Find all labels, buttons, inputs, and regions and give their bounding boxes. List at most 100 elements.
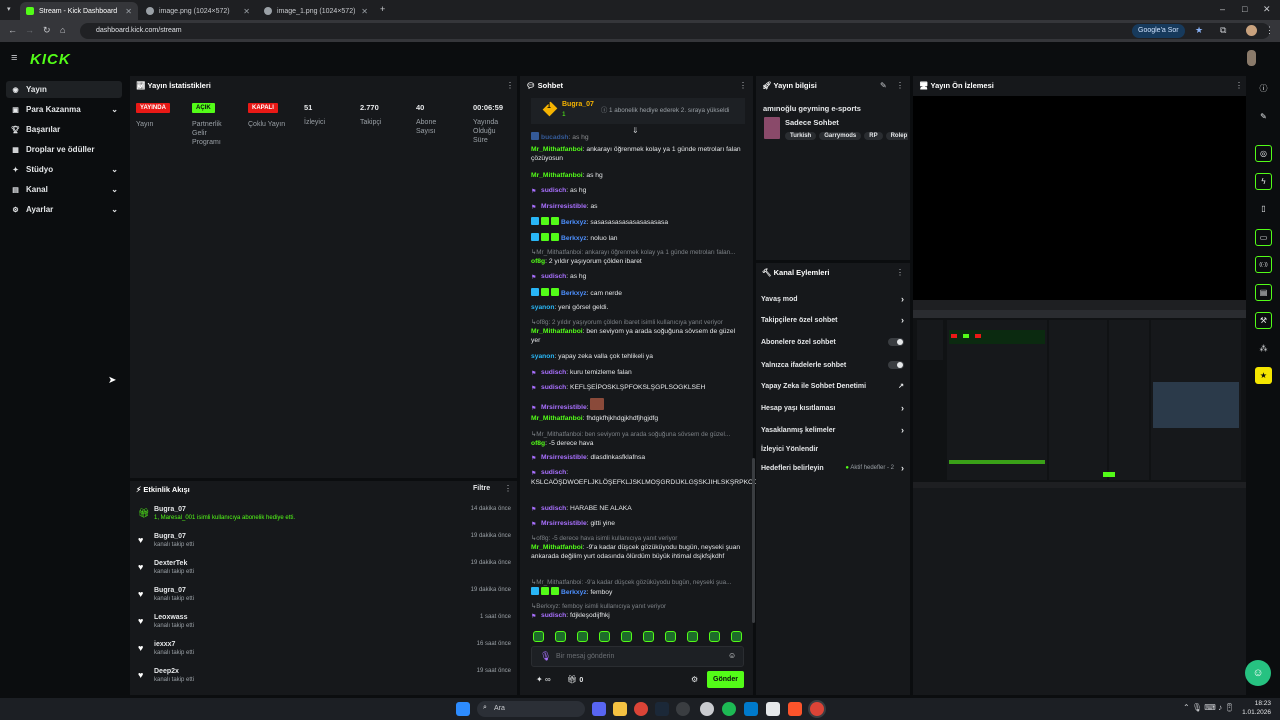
chrome-icon[interactable] [634, 702, 648, 716]
channel-action-item[interactable]: Yavaş mod › [761, 293, 906, 305]
new-tab-button[interactable]: + [380, 4, 385, 14]
emote-icon[interactable] [577, 631, 588, 642]
emote-icon[interactable] [731, 631, 742, 642]
chat-username[interactable]: of8g [531, 258, 545, 265]
panel-menu-icon[interactable]: ⋮ [896, 268, 904, 277]
windows-start-icon[interactable] [456, 702, 470, 716]
emote-icon[interactable] [665, 631, 676, 642]
chat-username[interactable]: Mr_Mithatfanboi [531, 146, 583, 153]
toggle-switch[interactable] [888, 361, 904, 369]
emote-icon[interactable] [533, 631, 544, 642]
toggle-switch[interactable] [888, 338, 904, 346]
app-icon[interactable] [676, 702, 690, 716]
sidebar-item-para-kazanma[interactable]: ▣ Para Kazanma ⌄ [6, 101, 122, 118]
wrench-icon[interactable]: ⚒ [1255, 312, 1272, 329]
event-user[interactable]: iexxx7 [154, 641, 175, 648]
window-close-icon[interactable]: ✕ [1263, 4, 1271, 15]
emote-icon[interactable] [621, 631, 632, 642]
panel-menu-icon[interactable]: ⋮ [1235, 81, 1243, 90]
browser-tab[interactable]: Stream - Kick Dashboard ✕ [20, 2, 138, 20]
bolt-icon[interactable]: ϟ [1255, 173, 1272, 190]
tray-icons[interactable]: ⌃ 🎙︎ ⌨ ♪ 🔋︎ [1183, 703, 1234, 712]
maximize-icon[interactable]: □ [1242, 4, 1247, 14]
chat-username[interactable]: sudisch [541, 187, 566, 194]
hamburger-menu-icon[interactable]: ≡ [11, 52, 17, 64]
chat-username[interactable]: Mrsirresistible [541, 454, 587, 461]
pencil-icon[interactable]: ✎ [1255, 108, 1272, 125]
panel-menu-icon[interactable]: ⋮ [504, 484, 512, 493]
minimize-icon[interactable]: – [1220, 4, 1225, 14]
obs-icon[interactable] [700, 702, 714, 716]
event-user[interactable]: Bugra_07 [154, 533, 186, 540]
channel-action-item[interactable]: Yapay Zeka ile Sohbet Denetimi ↗ [761, 380, 906, 392]
url-field[interactable]: dashboard.kick.com/stream [80, 23, 1270, 39]
tab-search-icon[interactable]: ▾ [7, 5, 11, 13]
panel-menu-icon[interactable]: ⋮ [896, 81, 904, 90]
chat-username[interactable]: Berkxyz [561, 589, 587, 596]
emote-icon[interactable] [709, 631, 720, 642]
browser-tab[interactable]: image_1.png (1024×572) ✕ [258, 2, 374, 20]
panel-menu-icon[interactable]: ⋮ [506, 81, 514, 90]
emote-icon[interactable] [555, 631, 566, 642]
chat-username[interactable]: sudisch [541, 369, 566, 376]
chat-username[interactable]: Mrsirresistible [541, 520, 587, 527]
close-tab-icon[interactable]: ✕ [361, 7, 368, 16]
extensions-icon[interactable]: ⧉ [1220, 25, 1226, 36]
channel-action-item[interactable]: Yasaklanmış kelimeler › [761, 424, 906, 436]
panel-menu-icon[interactable]: ⋮ [739, 81, 747, 90]
chat-scrollbar[interactable] [752, 458, 755, 623]
reload-icon[interactable]: ↻ [43, 25, 51, 36]
channel-points-icon[interactable]: ✦ ∞ [536, 675, 551, 684]
chat-username[interactable]: Mr_Mithatfanboi [531, 328, 583, 335]
channel-action-item[interactable]: Takipçilere özel sohbet › [761, 314, 906, 326]
note-icon[interactable]: ▯ [1255, 200, 1272, 217]
channel-action-item[interactable]: İzleyici Yönlendir [761, 443, 906, 455]
sidebar-item-droplar[interactable]: ▦ Droplar ve ödüller [6, 141, 122, 158]
back-icon[interactable]: ← [8, 25, 17, 35]
discord-icon[interactable] [592, 702, 606, 716]
chat-username[interactable]: syanon [531, 353, 554, 360]
event-user[interactable]: Bugra_07 [154, 506, 186, 513]
event-user[interactable]: Leoxwass [154, 614, 187, 621]
layout-icon[interactable]: ▤ [1255, 284, 1272, 301]
chat-username[interactable]: Berkxyz [561, 235, 587, 242]
chat-username[interactable]: sudisch [541, 469, 566, 476]
edit-icon[interactable]: ✎ [880, 81, 887, 90]
chat-username[interactable]: sudisch [541, 273, 566, 280]
chat-username[interactable]: sudisch [541, 384, 566, 391]
send-button[interactable]: Gönder [707, 671, 744, 688]
chat-username[interactable]: Mr_Mithatfanboi [531, 415, 583, 422]
chat-username[interactable]: Mr_Mithatfanboi [531, 544, 583, 551]
chat-input[interactable]: 🎙︎ Bir mesaj gönderin ☺ [531, 646, 744, 667]
forward-icon[interactable]: → [25, 25, 34, 35]
info-icon[interactable]: ⓘ [1255, 80, 1272, 97]
close-tab-icon[interactable]: ✕ [125, 7, 132, 16]
home-icon[interactable]: ⌂ [60, 25, 65, 35]
event-user[interactable]: DexterTek [154, 560, 187, 567]
emote-icon[interactable] [599, 631, 610, 642]
channel-action-item[interactable]: Hesap yaşı kısıtlaması › [761, 402, 906, 414]
bookmark-star-icon[interactable]: ★ [1195, 25, 1203, 36]
chat-username[interactable]: Berkxyz [561, 219, 587, 226]
chat-username[interactable]: Mrsirresistible [541, 404, 587, 411]
browser-tab[interactable]: image.png (1024×572) ✕ [140, 2, 256, 20]
google-sor-button[interactable]: Google'a Sor [1132, 24, 1185, 38]
user-avatar[interactable] [1247, 50, 1256, 66]
event-user[interactable]: Bugra_07 [154, 587, 186, 594]
steam-icon[interactable] [655, 702, 669, 716]
chat-username[interactable]: Mrsirresistible [541, 203, 587, 210]
star-badge-icon[interactable]: ★ [1255, 367, 1272, 384]
chat-username[interactable]: Mr_Mithatfanboi [531, 172, 583, 179]
emote-icon[interactable] [687, 631, 698, 642]
chrome-active-icon[interactable] [810, 702, 824, 716]
emoji-icon[interactable]: ☺ [728, 651, 736, 660]
mic-icon[interactable]: 🎙︎ [540, 651, 551, 662]
channel-action-item[interactable]: Yalnızca ifadelerle sohbet [761, 359, 906, 371]
filter-button[interactable]: Filtre [473, 485, 490, 492]
chat-username[interactable]: sudisch [541, 612, 566, 619]
close-tab-icon[interactable]: ✕ [243, 7, 250, 16]
sidebar-item-ayarlar[interactable]: ⚙ Ayarlar ⌄ [6, 201, 122, 218]
channel-action-item[interactable]: Hedefleri belirleyin ● Aktif hedefler - 2… [761, 462, 906, 474]
chat-username[interactable]: sudisch [541, 505, 566, 512]
target-icon[interactable]: ◎ [1255, 145, 1272, 162]
